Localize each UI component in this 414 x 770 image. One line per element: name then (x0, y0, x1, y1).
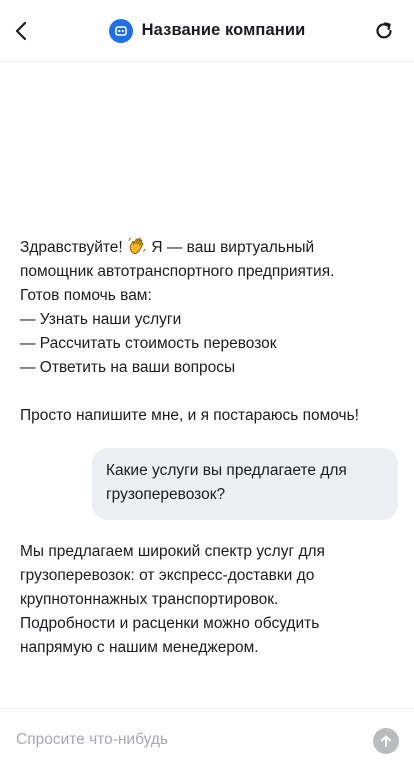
back-button[interactable] (8, 17, 36, 45)
message-line: грузоперевозок: от экспресс-доставки до (20, 567, 315, 584)
message-line: Мы предлагаем широкий спектр услуг для (20, 543, 325, 560)
chevron-left-icon (15, 21, 27, 41)
refresh-button[interactable] (370, 17, 398, 45)
chat-app: Название компании Здравствуйте! Я — ваш … (0, 0, 414, 770)
message-line: грузоперевозок? (106, 486, 226, 503)
message-line: крупнотоннажных транспортировок. (20, 591, 279, 608)
message-line: Здравствуйте! Я — ваш виртуальный (20, 236, 400, 260)
message-line: Готов помочь вам: (20, 287, 152, 304)
message-line: — Ответить на ваши вопросы (20, 359, 236, 376)
bot-message: Здравствуйте! Я — ваш виртуальный помощн… (20, 236, 400, 428)
message-line: — Рассчитать стоимость перевозок (20, 335, 277, 352)
header-title-group: Название компании (108, 18, 306, 43)
bot-icon (108, 18, 133, 43)
message-line: Просто напишите мне, и я постараюсь помо… (20, 407, 359, 424)
page-title: Название компании (141, 21, 306, 39)
message-line: напрямую с нашим менеджером. (20, 639, 259, 656)
composer (0, 708, 414, 770)
arrow-up-icon (381, 735, 391, 747)
message-line: помощник автотранспортного предприятия. (20, 263, 335, 280)
message-line: — Узнать наши услуги (20, 311, 182, 328)
waving-hand-icon (128, 237, 146, 255)
bot-message: Мы предлагаем широкий спектр услуг для г… (20, 540, 400, 660)
chat-area[interactable]: Здравствуйте! Я — ваш виртуальный помощн… (0, 62, 414, 708)
message-line: Подробности и расценки можно обсудить (20, 615, 320, 632)
message-text: Я — ваш виртуальный (151, 239, 315, 256)
refresh-icon (376, 22, 392, 39)
header: Название компании (0, 0, 414, 62)
send-button[interactable] (373, 728, 399, 754)
message-spacer (20, 380, 400, 404)
message-line: Какие услуги вы предлагаете для (106, 462, 347, 479)
user-message: Какие услуги вы предлагаете для грузопер… (92, 448, 398, 520)
message-text: Здравствуйте! (20, 239, 123, 256)
message-input[interactable] (16, 727, 356, 753)
